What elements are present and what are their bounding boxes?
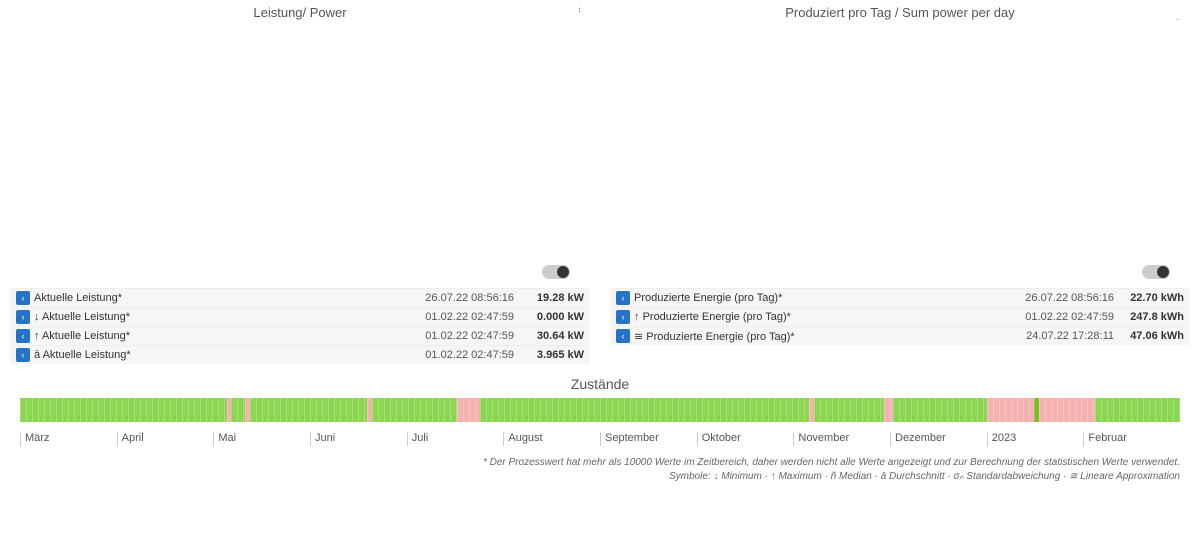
series-toggle[interactable] bbox=[1142, 265, 1170, 279]
stat-label: Aktuelle Leistung* bbox=[34, 292, 425, 304]
series-toggle[interactable] bbox=[542, 265, 570, 279]
stat-time: 26.07.22 08:56:16 bbox=[1025, 292, 1114, 304]
stat-row: ‹ ↑ Aktuelle Leistung* 01.02.22 02:47:59… bbox=[10, 326, 590, 345]
stat-row: ‹ Aktuelle Leistung* 26.07.22 08:56:16 1… bbox=[10, 288, 590, 307]
stat-time: 01.02.22 02:47:59 bbox=[425, 311, 514, 323]
stat-value: 22.70 kWh bbox=[1124, 292, 1184, 304]
stat-value: 3.965 kW bbox=[524, 349, 584, 361]
collapse-icon[interactable]: ‹ bbox=[16, 348, 30, 362]
states-title: Zustände bbox=[0, 376, 1200, 392]
stat-row: ‹ ↓ Aktuelle Leistung* 01.02.22 02:47:59… bbox=[10, 307, 590, 326]
states-timeline bbox=[20, 398, 1180, 422]
collapse-icon[interactable]: ‹ bbox=[16, 310, 30, 324]
states-month-axis: MärzAprilMaiJuniJuliAugustSeptemberOktob… bbox=[20, 432, 1180, 446]
stat-value: 47.06 kWh bbox=[1124, 330, 1184, 342]
stat-time: 01.02.22 02:47:59 bbox=[425, 330, 514, 342]
stat-label: ↑ Aktuelle Leistung* bbox=[34, 330, 425, 342]
stat-value: 0.000 kW bbox=[524, 311, 584, 323]
stat-row: ‹ Produzierte Energie (pro Tag)* 26.07.2… bbox=[610, 288, 1190, 307]
collapse-icon[interactable]: ‹ bbox=[616, 310, 630, 324]
stat-label: ā Aktuelle Leistung* bbox=[34, 349, 425, 361]
stat-row: ‹ ↑ Produzierte Energie (pro Tag)* 01.02… bbox=[610, 307, 1190, 326]
stat-time: 01.02.22 02:47:59 bbox=[1025, 311, 1114, 323]
collapse-icon[interactable]: ‹ bbox=[616, 291, 630, 305]
chart-plot[interactable] bbox=[10, 24, 590, 284]
collapse-icon[interactable]: ‹ bbox=[616, 329, 630, 343]
stat-label: Produzierte Energie (pro Tag)* bbox=[634, 292, 1025, 304]
zoom-icon[interactable]: 05010015020025022.Jul23.Jul24.Jul25.Jul2… bbox=[1162, 2, 1180, 20]
stat-value: 19.28 kW bbox=[524, 292, 584, 304]
stat-label: ↑ Produzierte Energie (pro Tag)* bbox=[634, 311, 1025, 323]
stat-time: 26.07.22 08:56:16 bbox=[425, 292, 514, 304]
stat-row: ‹ ā Aktuelle Leistung* 01.02.22 02:47:59… bbox=[10, 345, 590, 364]
chart-title: Leistung/ Power bbox=[253, 5, 346, 20]
chart-title: Produziert pro Tag / Sum power per day bbox=[785, 5, 1015, 20]
stat-value: 30.64 kW bbox=[524, 330, 584, 342]
svg-text:35: 35 bbox=[579, 6, 580, 15]
svg-text:250: 250 bbox=[1175, 18, 1180, 20]
zoom-icon[interactable]: 0510152025303522.Jul23.Jul24.Jul25.Jul26… bbox=[562, 2, 580, 20]
collapse-icon[interactable]: ‹ bbox=[16, 329, 30, 343]
stat-value: 247.8 kWh bbox=[1124, 311, 1184, 323]
stat-time: 24.07.22 17:28:11 bbox=[1026, 330, 1114, 342]
collapse-icon[interactable]: ‹ bbox=[16, 291, 30, 305]
stat-label: ≅ Produzierte Energie (pro Tag)* bbox=[634, 330, 1026, 343]
footnotes: * Der Prozesswert hat mehr als 10000 Wer… bbox=[0, 446, 1200, 492]
chart-plot[interactable] bbox=[610, 24, 1190, 284]
stat-time: 01.02.22 02:47:59 bbox=[425, 349, 514, 361]
stat-row: ‹ ≅ Produzierte Energie (pro Tag)* 24.07… bbox=[610, 326, 1190, 345]
stat-label: ↓ Aktuelle Leistung* bbox=[34, 311, 425, 323]
